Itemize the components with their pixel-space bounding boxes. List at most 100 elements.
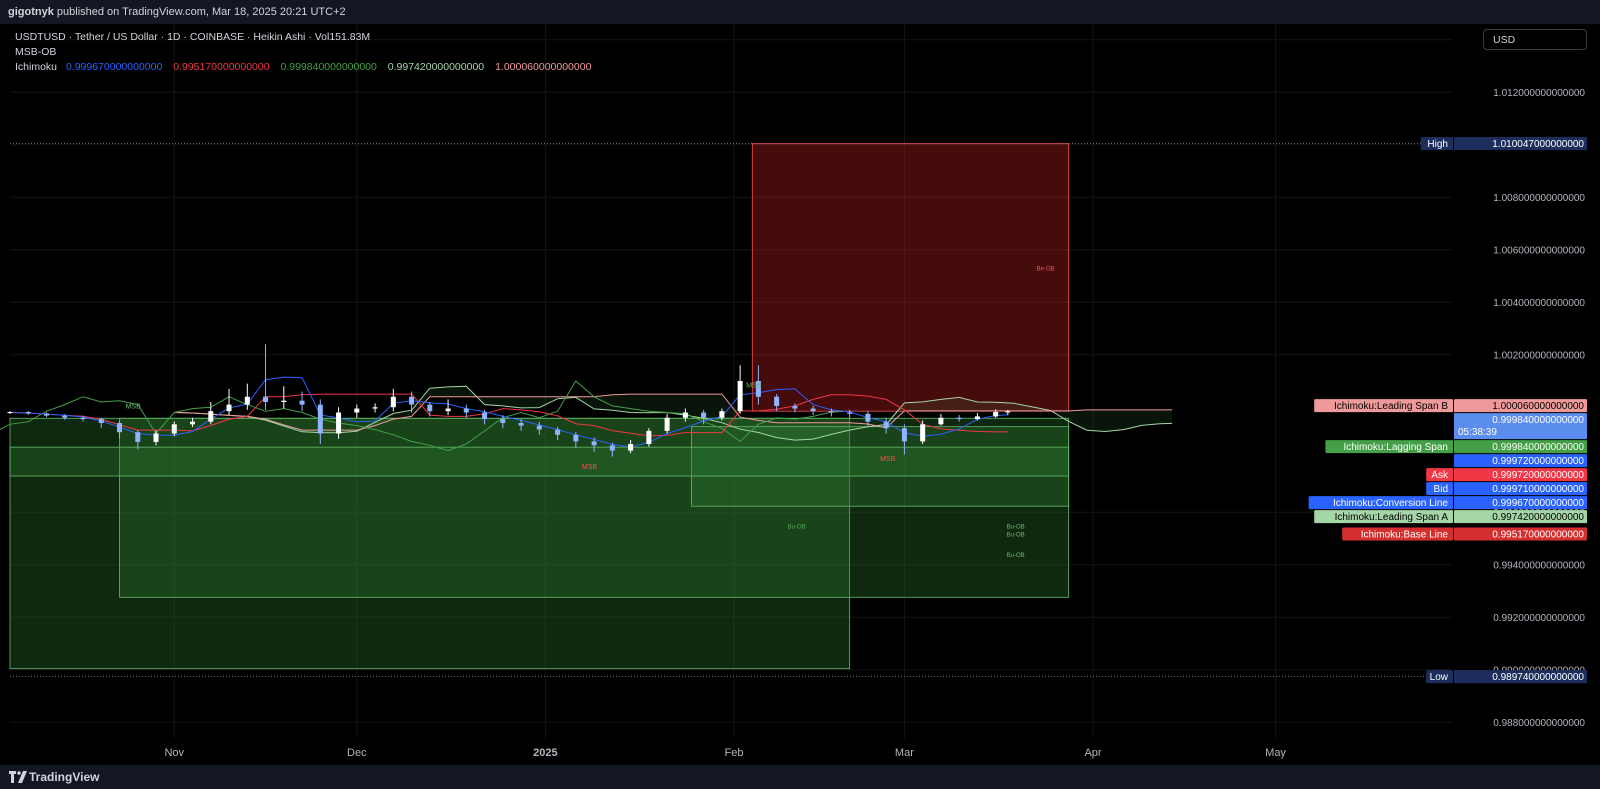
candle-body (263, 396, 269, 402)
candle-body (628, 444, 634, 451)
candle-body (865, 413, 871, 422)
order-block-label: Bu-OB (1007, 533, 1025, 539)
price-label-title: Bid (1434, 484, 1448, 495)
candle-body (1005, 411, 1011, 413)
candle-body (317, 404, 323, 434)
ichimoku-lagging-value: 0.999840000000000 (280, 61, 377, 73)
candle-body (500, 419, 506, 423)
chart-area[interactable]: Be-OB Bu-OB Bu-OB Bu-OB Bu-OB MSB MSB MSB MSB 1… (0, 24, 1600, 765)
price-label-title: Ichimoku:Conversion Line (1333, 498, 1448, 509)
currency-selector[interactable]: USD (1483, 29, 1587, 50)
candle-body (555, 429, 561, 435)
price-chart-svg[interactable]: Be-OBBu-OB Bu-OBBu-OBBu-OB MSBMSBMSBMSB 1… (0, 24, 1600, 765)
candle-body (153, 433, 159, 442)
price-label-value: 1.000060000000000 (1492, 401, 1584, 412)
candle-body (190, 421, 196, 425)
price-tick-label: 1.008000000000000 (1493, 193, 1585, 204)
price-label-value: 0.999670000000000 (1492, 498, 1584, 509)
price-label-value: 0.999710000000000 (1492, 484, 1584, 495)
tradingview-logo-icon[interactable] (9, 771, 27, 783)
msb-label: MSB (880, 456, 896, 463)
time-tick-label: Feb (725, 747, 744, 759)
candle-body (117, 423, 123, 433)
price-label-value: 0.999840000000000 (1492, 442, 1584, 453)
candle-body (938, 417, 944, 425)
msb-label: MSB (126, 404, 142, 411)
candle-body (390, 396, 396, 408)
candle-body (427, 404, 433, 412)
indicator-ichimoku[interactable]: Ichimoku 0.999670000000000 0.99517000000… (15, 60, 599, 75)
candle-body (609, 445, 615, 451)
candle-body (847, 412, 853, 414)
candle-body (226, 404, 232, 412)
price-tick-label: 0.994000000000000 (1493, 560, 1585, 571)
candle-body (98, 419, 104, 423)
price-tick-label: 1.002000000000000 (1493, 350, 1585, 361)
candle-body (463, 408, 469, 413)
bull-order-block (9, 446, 1070, 477)
candle-body (591, 441, 597, 446)
price-label-value: 0.997420000000000 (1492, 512, 1584, 523)
price-labels: 1.010047000000000 High 1.000060000000000 Ic… (1308, 137, 1587, 684)
indicator-msb-ob[interactable]: MSB-OB (15, 45, 599, 60)
candle-body (62, 415, 68, 418)
candle-body (737, 381, 743, 412)
volume-value: 151.83M (329, 31, 371, 43)
candle-body (883, 421, 889, 429)
price-label-title: High (1427, 139, 1448, 150)
time-tick-label: 2025 (533, 747, 557, 759)
symbol-legend[interactable]: USDTUSD · Tether / US Dollar · 1D · COIN… (15, 30, 599, 45)
candle-body (646, 430, 652, 444)
price-label-title: Low (1430, 672, 1449, 683)
price-tick-label: 1.012000000000000 (1493, 88, 1585, 99)
chart-legend: USDTUSD · Tether / US Dollar · 1D · COIN… (15, 30, 599, 75)
candle-body (299, 400, 305, 405)
candle-body (792, 405, 798, 409)
order-block-label: Bu-OB (1007, 553, 1025, 559)
candle-body (573, 434, 579, 442)
candle-body (336, 412, 342, 434)
candle-body (974, 416, 980, 420)
time-tick-label: Nov (164, 747, 184, 759)
footer-brand[interactable]: TradingView (29, 765, 99, 789)
candle-body (810, 408, 816, 412)
candle-body (956, 417, 962, 420)
symbol-line: USDTUSD · Tether / US Dollar · 1D · COIN… (15, 31, 330, 43)
ichimoku-base-value: 0.995170000000000 (173, 61, 270, 73)
price-tick-label: 0.992000000000000 (1493, 613, 1585, 624)
candle-body (354, 408, 360, 413)
candle-body (920, 424, 926, 442)
candle-body (518, 423, 524, 426)
ichimoku-conversion-value: 0.999670000000000 (65, 61, 163, 73)
ichimoku-label: Ichimoku (15, 61, 58, 73)
price-tick-label: 0.988000000000000 (1493, 718, 1585, 729)
candle-body (171, 424, 177, 434)
time-tick-label: May (1265, 747, 1286, 759)
ichimoku-span-a-value: 0.997420000000000 (387, 61, 485, 73)
footer-bar: TradingView (0, 765, 1600, 789)
candle-body (445, 408, 451, 412)
price-label-value: 0.999720000000000 (1492, 470, 1584, 481)
price-label-value: 1.010047000000000 (1492, 139, 1584, 150)
candle-body (482, 412, 488, 420)
price-tick-label: 1.004000000000000 (1493, 298, 1585, 309)
candle-body (135, 432, 141, 442)
publisher-name[interactable]: gigotnyk (8, 6, 54, 18)
price-label-title: Ichimoku:Base Line (1361, 530, 1449, 541)
msb-label: MSB (746, 383, 762, 390)
time-tick-label: Mar (895, 747, 914, 759)
time-tick-label: Dec (347, 747, 367, 759)
price-label-value: 0.999720000000000 (1492, 456, 1584, 467)
candle-body (993, 411, 999, 417)
candle-body (208, 411, 214, 422)
candle-body (774, 396, 780, 406)
candle-body (244, 396, 250, 405)
price-label-value: 0.999840000000000 (1492, 415, 1584, 426)
candle-body (828, 411, 834, 413)
published-text: published on TradingView.com, Mar 18, 20… (56, 6, 346, 18)
candle-body (80, 417, 86, 420)
candle-body (372, 407, 378, 409)
candle-body (682, 412, 688, 418)
price-label-value: 0.995170000000000 (1492, 530, 1584, 541)
candle-body (44, 413, 50, 416)
